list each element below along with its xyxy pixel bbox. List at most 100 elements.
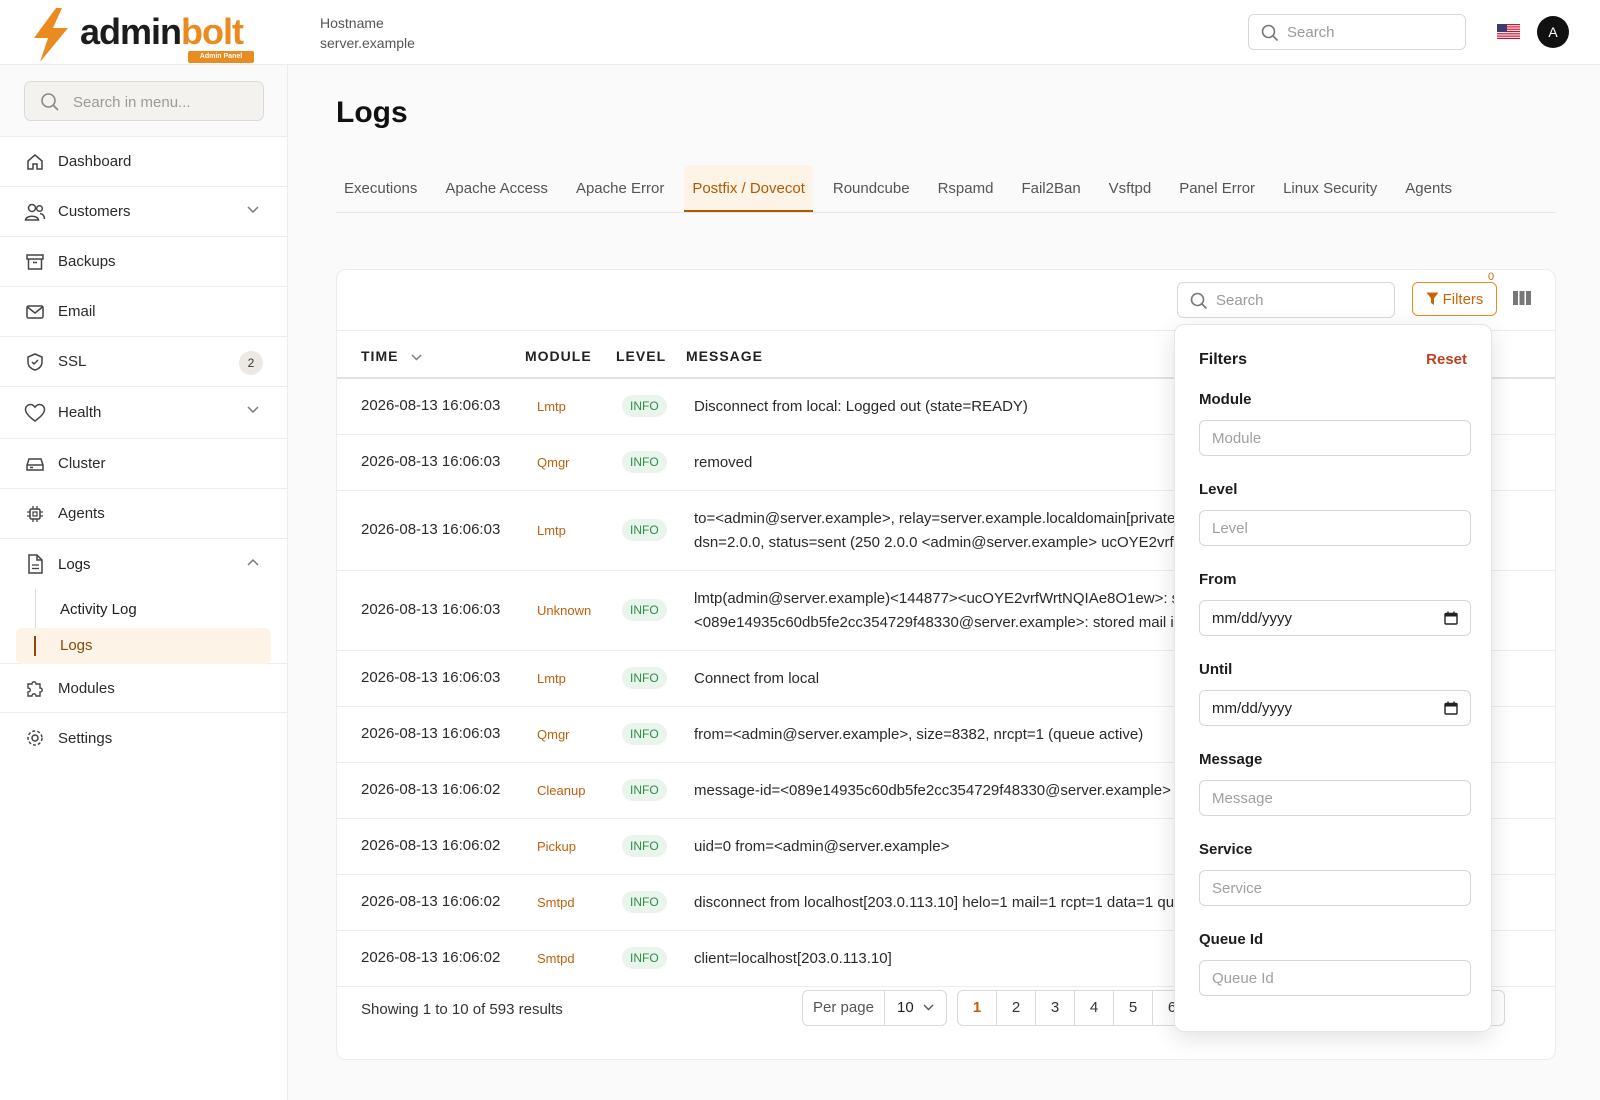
page-button-4[interactable]: 4 bbox=[1075, 991, 1114, 1025]
tab-roundcube[interactable]: Roundcube bbox=[825, 165, 918, 212]
page-button-5[interactable]: 5 bbox=[1114, 991, 1153, 1025]
level-badge: INFO bbox=[622, 451, 667, 473]
hostname-label: Hostname bbox=[320, 15, 384, 31]
sidebar-item-label: Logs bbox=[58, 555, 91, 573]
sidebar-item-backups[interactable]: Backups bbox=[0, 237, 287, 287]
per-page-select[interactable]: Per page 10 bbox=[802, 990, 947, 1026]
table-search[interactable] bbox=[1177, 282, 1395, 318]
sidebar-subitem-logs[interactable]: Logs bbox=[16, 628, 271, 664]
filter-icon bbox=[1426, 292, 1439, 305]
tab-vsftpd[interactable]: Vsftpd bbox=[1101, 165, 1160, 212]
level-badge: INFO bbox=[622, 947, 667, 969]
cell-time: 2026-08-13 16:06:02 bbox=[361, 781, 501, 798]
global-search-input[interactable] bbox=[1287, 22, 1457, 42]
page-button-3[interactable]: 3 bbox=[1036, 991, 1075, 1025]
sidebar-item-label: Health bbox=[58, 404, 102, 421]
sidebar-item-customers[interactable]: Customers bbox=[0, 187, 287, 237]
filter-service-input[interactable] bbox=[1199, 870, 1471, 906]
logo[interactable]: adminbolt Admin Panel bbox=[30, 8, 260, 63]
sidebar-item-label: Backups bbox=[58, 253, 116, 270]
calendar-icon[interactable] bbox=[1444, 701, 1458, 715]
cell-module: Lmtp bbox=[537, 399, 566, 414]
sidebar-item-modules[interactable]: Modules bbox=[0, 664, 287, 713]
sidebar-item-ssl[interactable]: SSL 2 bbox=[0, 337, 287, 387]
page-button-2[interactable]: 2 bbox=[997, 991, 1036, 1025]
tab-panel-error[interactable]: Panel Error bbox=[1171, 165, 1263, 212]
filter-module-input[interactable] bbox=[1199, 420, 1471, 456]
level-badge: INFO bbox=[622, 835, 667, 857]
tab-rspamd[interactable]: Rspamd bbox=[930, 165, 1002, 212]
level-badge: INFO bbox=[622, 519, 667, 541]
home-icon bbox=[24, 151, 46, 173]
tab-executions[interactable]: Executions bbox=[336, 165, 425, 212]
filter-level-label: Level bbox=[1199, 481, 1238, 498]
filter-queue-id-input[interactable] bbox=[1199, 960, 1471, 996]
top-bar: adminbolt Admin Panel Hostname server.ex… bbox=[0, 0, 1600, 65]
tab-fail2ban[interactable]: Fail2Ban bbox=[1013, 165, 1088, 212]
level-badge: INFO bbox=[622, 667, 667, 689]
cell-module: Unknown bbox=[537, 603, 592, 618]
cell-time: 2026-08-13 16:06:03 bbox=[361, 521, 501, 538]
chip-icon bbox=[24, 503, 46, 525]
gear-icon bbox=[24, 727, 46, 749]
filter-module: Module bbox=[1199, 391, 1471, 456]
sidebar-item-cluster[interactable]: Cluster bbox=[0, 439, 287, 489]
file-icon bbox=[24, 553, 46, 575]
sidebar-item-agents[interactable]: Agents bbox=[0, 489, 287, 539]
tab-linux-security[interactable]: Linux Security bbox=[1275, 165, 1385, 212]
global-search[interactable] bbox=[1248, 14, 1466, 50]
level-badge: INFO bbox=[622, 779, 667, 801]
tab-apache-error[interactable]: Apache Error bbox=[568, 165, 672, 212]
menu-search[interactable] bbox=[24, 81, 264, 121]
page-title: Logs bbox=[336, 96, 408, 129]
sidebar-item-health[interactable]: Health bbox=[0, 387, 287, 439]
chevron-down-icon bbox=[247, 406, 259, 414]
cell-module: Lmtp bbox=[537, 523, 566, 538]
page-button-1[interactable]: 1 bbox=[958, 991, 997, 1025]
filter-module-label: Module bbox=[1199, 391, 1252, 408]
tab-agents[interactable]: Agents bbox=[1397, 165, 1460, 212]
column-header-message: MESSAGE bbox=[686, 348, 764, 364]
mail-icon bbox=[24, 301, 46, 323]
filter-from-date[interactable]: mm/dd/yyyy bbox=[1199, 600, 1471, 636]
filters-button[interactable]: Filters bbox=[1412, 282, 1497, 316]
shield-icon bbox=[24, 351, 46, 373]
filters-button-label: Filters bbox=[1442, 290, 1484, 308]
columns-icon[interactable] bbox=[1512, 290, 1532, 306]
sidebar-item-email[interactable]: Email bbox=[0, 287, 287, 337]
menu-search-input[interactable] bbox=[73, 92, 253, 112]
filter-message-input[interactable] bbox=[1199, 780, 1471, 816]
filter-from: From mm/dd/yyyy bbox=[1199, 571, 1471, 636]
server-icon bbox=[24, 453, 46, 475]
chevron-up-icon bbox=[247, 558, 259, 566]
sidebar-item-label: Modules bbox=[58, 679, 115, 697]
cell-time: 2026-08-13 16:06:03 bbox=[361, 453, 501, 470]
per-page-value[interactable]: 10 bbox=[885, 991, 946, 1025]
sidebar-item-label: Settings bbox=[58, 729, 113, 747]
sidebar-item-label: Cluster bbox=[58, 455, 106, 472]
tab-apache-access[interactable]: Apache Access bbox=[437, 165, 556, 212]
avatar[interactable]: A bbox=[1537, 16, 1569, 48]
ssl-count-badge: 2 bbox=[239, 351, 263, 375]
filter-from-placeholder: mm/dd/yyyy bbox=[1212, 610, 1293, 627]
filter-until-date[interactable]: mm/dd/yyyy bbox=[1199, 690, 1471, 726]
hostname: Hostname server.example bbox=[320, 13, 415, 53]
filter-until: Until mm/dd/yyyy bbox=[1199, 661, 1471, 726]
sidebar-item-logs[interactable]: Logs bbox=[0, 539, 287, 589]
cell-module: Qmgr bbox=[537, 727, 570, 742]
sidebar-item-settings[interactable]: Settings bbox=[0, 713, 287, 763]
filter-level-input[interactable] bbox=[1199, 510, 1471, 546]
column-header-time[interactable]: TIME bbox=[361, 348, 422, 364]
sidebar-item-dashboard[interactable]: Dashboard bbox=[0, 137, 287, 187]
tab-postfix-dovecot[interactable]: Postfix / Dovecot bbox=[684, 165, 813, 212]
sidebar-item-label: Email bbox=[58, 303, 96, 320]
us-flag-icon[interactable] bbox=[1497, 24, 1520, 39]
sidebar-item-label: Agents bbox=[58, 505, 105, 522]
sidebar-subitem-activity-log[interactable]: Activity Log bbox=[16, 592, 271, 628]
calendar-icon[interactable] bbox=[1444, 611, 1458, 625]
filters-reset-button[interactable]: Reset bbox=[1426, 351, 1467, 368]
sidebar-item-label: SSL bbox=[58, 353, 87, 370]
cell-module: Cleanup bbox=[537, 783, 586, 798]
sidebar: Dashboard Customers Backups Email SSL 2 … bbox=[0, 65, 288, 1100]
table-search-input[interactable] bbox=[1216, 290, 1386, 310]
